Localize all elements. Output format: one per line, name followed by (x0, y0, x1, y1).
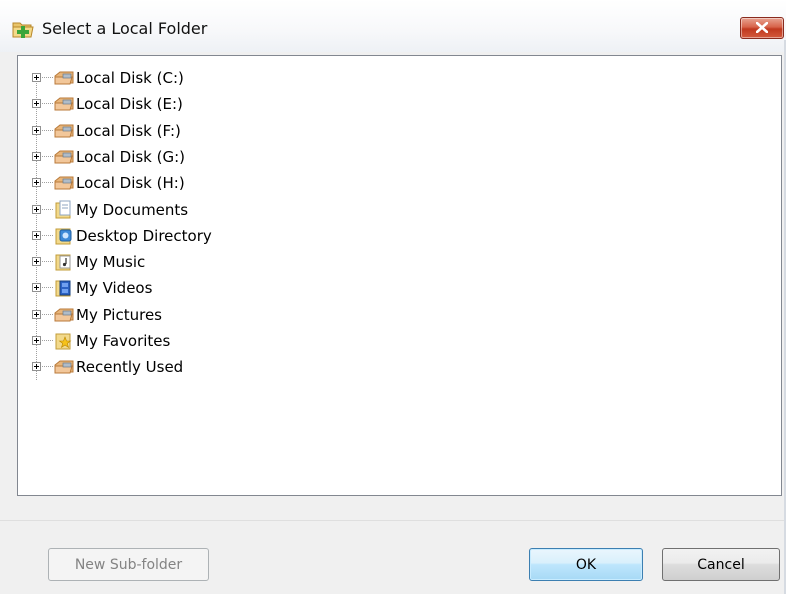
tree-item[interactable]: Local Disk (F:) (18, 118, 318, 144)
tree-item-label: My Documents (76, 200, 189, 219)
expand-plus-icon[interactable] (32, 283, 41, 293)
close-icon (756, 22, 768, 33)
tree-connector (42, 208, 54, 210)
tree-connector (42, 234, 54, 236)
tree-connector (42, 366, 54, 368)
tree-item-label: Local Disk (C:) (76, 69, 184, 87)
tree-item-label: My Music (76, 253, 146, 272)
tree-connector (42, 340, 54, 341)
tree-item[interactable]: Desktop Directory (18, 223, 318, 249)
expand-plus-icon[interactable] (32, 336, 41, 345)
new-subfolder-button[interactable]: New Sub-folder (48, 548, 209, 581)
tree-connector (42, 313, 54, 315)
tree-item[interactable]: My Favorites (18, 328, 318, 354)
tree-item-label: Local Disk (H:) (76, 174, 185, 193)
favorites-folder-icon (54, 331, 74, 351)
title-bar[interactable]: Select a Local Folder (0, 0, 786, 52)
tree-item-label: Desktop Directory (76, 226, 212, 245)
tree-item[interactable]: Local Disk (H:) (18, 170, 318, 196)
expand-plus-icon[interactable] (32, 230, 41, 240)
ok-button[interactable]: OK (529, 548, 643, 581)
drive-folder-icon (54, 173, 74, 193)
tree-item[interactable]: Recently Used (18, 354, 318, 380)
recent-folder-icon (54, 357, 74, 377)
drive-folder-icon (54, 121, 74, 141)
tree-connector (42, 155, 54, 157)
expand-plus-icon[interactable] (32, 125, 41, 135)
tree-item[interactable]: My Documents (18, 197, 318, 223)
folder-add-icon (12, 18, 34, 40)
expand-plus-icon[interactable] (32, 257, 41, 267)
close-button[interactable] (740, 17, 784, 39)
expand-plus-icon[interactable] (32, 309, 41, 319)
drive-folder-icon (54, 147, 74, 167)
tree-item[interactable]: My Music (18, 249, 318, 275)
drive-folder-icon (54, 68, 74, 88)
cancel-button[interactable]: Cancel (662, 548, 780, 581)
button-area-divider (0, 520, 784, 521)
tree-connector (42, 103, 54, 105)
tree-item[interactable]: Local Disk (G:) (18, 144, 318, 170)
tree-connector (42, 129, 54, 131)
tree-item-label: Recently Used (76, 358, 184, 377)
folder-tree[interactable]: Local Disk (C:) Local Disk (E:) Local Disk… (17, 55, 782, 496)
tree-item[interactable]: Local Disk (E:) (18, 91, 318, 117)
music-folder-icon (54, 252, 74, 272)
tree-connector (42, 287, 54, 289)
expand-plus-icon[interactable] (32, 178, 41, 188)
tree-connector (42, 77, 54, 78)
drive-folder-icon (54, 94, 74, 114)
expand-plus-icon[interactable] (32, 73, 41, 82)
tree-item[interactable]: My Pictures (18, 302, 318, 328)
tree-item-label: Local Disk (F:) (76, 121, 181, 140)
expand-plus-icon[interactable] (32, 151, 41, 161)
desktop-folder-icon (54, 226, 74, 246)
videos-folder-icon (54, 278, 74, 298)
tree-connector (42, 261, 54, 263)
tree-item-label: Local Disk (G:) (76, 147, 186, 166)
expand-plus-icon[interactable] (32, 99, 41, 109)
expand-plus-icon[interactable] (32, 362, 41, 372)
select-folder-dialog: Select a Local Folder Local Disk (C:) Loc… (0, 0, 786, 594)
tree-item[interactable]: Local Disk (C:) (18, 65, 318, 91)
dialog-title: Select a Local Folder (42, 19, 208, 38)
tree-connector (42, 182, 54, 184)
tree-item-label: Local Disk (E:) (76, 95, 183, 114)
tree-item-label: My Videos (76, 279, 153, 298)
expand-plus-icon[interactable] (32, 204, 41, 214)
documents-folder-icon (54, 200, 74, 220)
tree-item[interactable]: My Videos (18, 275, 318, 301)
tree-item-label: My Pictures (76, 305, 162, 324)
pictures-folder-icon (54, 305, 74, 325)
tree-item-label: My Favorites (76, 332, 171, 350)
